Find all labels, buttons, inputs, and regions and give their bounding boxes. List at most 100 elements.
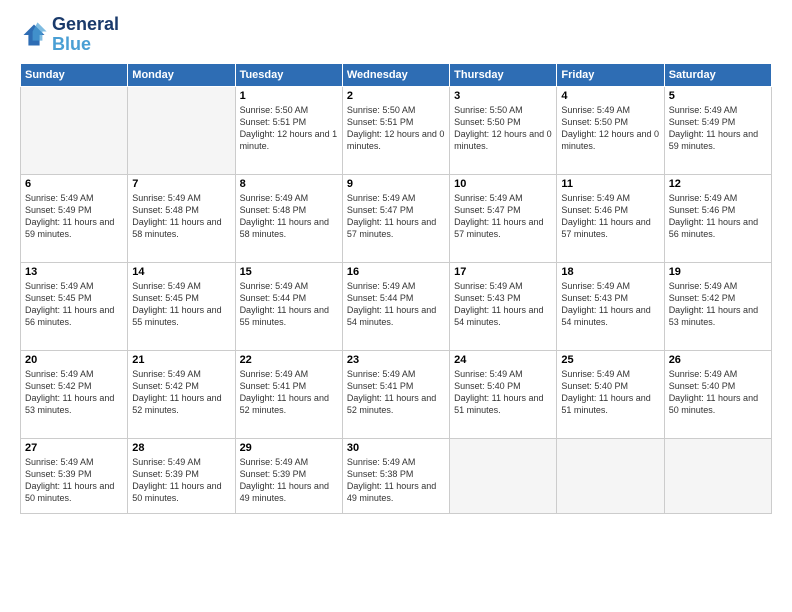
calendar-cell (128, 86, 235, 174)
day-number: 9 (347, 178, 445, 190)
day-number: 25 (561, 354, 659, 366)
week-row-4: 27 Sunrise: 5:49 AM Sunset: 5:39 PM Dayli… (21, 438, 772, 513)
calendar-cell: 15 Sunrise: 5:49 AM Sunset: 5:44 PM Dayli… (235, 262, 342, 350)
calendar-cell: 8 Sunrise: 5:49 AM Sunset: 5:48 PM Daylig… (235, 174, 342, 262)
calendar-cell: 10Sunrise: 5:49 AM Sunset: 5:47 PM Dayli… (450, 174, 557, 262)
day-number: 12 (669, 178, 767, 190)
day-number: 11 (561, 178, 659, 190)
cell-content: Sunrise: 5:49 AM Sunset: 5:40 PM Dayligh… (454, 368, 552, 417)
week-row-0: 1 Sunrise: 5:50 AM Sunset: 5:51 PM Daylig… (21, 86, 772, 174)
calendar-cell: 30 Sunrise: 5:49 AM Sunset: 5:38 PM Dayli… (342, 438, 449, 513)
calendar-cell: 6Sunrise: 5:49 AM Sunset: 5:49 PM Daylig… (21, 174, 128, 262)
day-number: 5 (669, 90, 767, 102)
logo-text: GeneralBlue (52, 15, 119, 55)
day-number: 18 (561, 266, 659, 278)
day-number: 22 (240, 354, 338, 366)
day-number: 8 (240, 178, 338, 190)
day-number: 2 (347, 90, 445, 102)
week-row-3: 20 Sunrise: 5:49 AM Sunset: 5:42 PM Dayli… (21, 350, 772, 438)
calendar: SundayMondayTuesdayWednesdayThursdayFrid… (20, 63, 772, 514)
cell-content: Sunrise: 5:49 AM Sunset: 5:39 PM Dayligh… (240, 456, 338, 505)
calendar-cell: 18 Sunrise: 5:49 AM Sunset: 5:43 PM Dayli… (557, 262, 664, 350)
cell-content: Sunrise: 5:49 AM Sunset: 5:49 PM Dayligh… (669, 104, 767, 153)
cell-content: Sunrise: 5:49 AM Sunset: 5:39 PM Dayligh… (132, 456, 230, 505)
cell-content: Sunrise: 5:49 AM Sunset: 5:43 PM Dayligh… (454, 280, 552, 329)
cell-content: Sunrise: 5:49 AM Sunset: 5:42 PM Dayligh… (25, 368, 123, 417)
calendar-cell: 16 Sunrise: 5:49 AM Sunset: 5:44 PM Dayli… (342, 262, 449, 350)
day-number: 1 (240, 90, 338, 102)
day-number: 30 (347, 442, 445, 454)
week-row-2: 13 Sunrise: 5:49 AM Sunset: 5:45 PM Dayli… (21, 262, 772, 350)
logo-icon (20, 21, 48, 49)
calendar-cell (450, 438, 557, 513)
weekday-header-wednesday: Wednesday (342, 63, 449, 86)
cell-content: Sunrise: 5:49 AM Sunset: 5:40 PM Dayligh… (561, 368, 659, 417)
calendar-cell: 7 Sunrise: 5:49 AM Sunset: 5:48 PM Daylig… (128, 174, 235, 262)
calendar-cell (21, 86, 128, 174)
calendar-cell: 28Sunrise: 5:49 AM Sunset: 5:39 PM Dayli… (128, 438, 235, 513)
calendar-cell: 14 Sunrise: 5:49 AM Sunset: 5:45 PM Dayli… (128, 262, 235, 350)
calendar-cell: 26Sunrise: 5:49 AM Sunset: 5:40 PM Dayli… (664, 350, 771, 438)
cell-content: Sunrise: 5:49 AM Sunset: 5:41 PM Dayligh… (240, 368, 338, 417)
cell-content: Sunrise: 5:49 AM Sunset: 5:46 PM Dayligh… (561, 192, 659, 241)
weekday-header-saturday: Saturday (664, 63, 771, 86)
calendar-cell: 21 Sunrise: 5:49 AM Sunset: 5:42 PM Dayli… (128, 350, 235, 438)
day-number: 10 (454, 178, 552, 190)
cell-content: Sunrise: 5:50 AM Sunset: 5:51 PM Dayligh… (347, 104, 445, 153)
week-row-1: 6Sunrise: 5:49 AM Sunset: 5:49 PM Daylig… (21, 174, 772, 262)
cell-content: Sunrise: 5:49 AM Sunset: 5:42 PM Dayligh… (132, 368, 230, 417)
cell-content: Sunrise: 5:49 AM Sunset: 5:45 PM Dayligh… (132, 280, 230, 329)
day-number: 29 (240, 442, 338, 454)
calendar-cell: 5 Sunrise: 5:49 AM Sunset: 5:49 PM Daylig… (664, 86, 771, 174)
weekday-header-sunday: Sunday (21, 63, 128, 86)
cell-content: Sunrise: 5:49 AM Sunset: 5:47 PM Dayligh… (347, 192, 445, 241)
day-number: 20 (25, 354, 123, 366)
calendar-cell: 3 Sunrise: 5:50 AM Sunset: 5:50 PM Daylig… (450, 86, 557, 174)
cell-content: Sunrise: 5:49 AM Sunset: 5:45 PM Dayligh… (25, 280, 123, 329)
cell-content: Sunrise: 5:49 AM Sunset: 5:44 PM Dayligh… (347, 280, 445, 329)
calendar-cell: 11 Sunrise: 5:49 AM Sunset: 5:46 PM Dayli… (557, 174, 664, 262)
cell-content: Sunrise: 5:49 AM Sunset: 5:48 PM Dayligh… (240, 192, 338, 241)
day-number: 13 (25, 266, 123, 278)
calendar-cell: 2 Sunrise: 5:50 AM Sunset: 5:51 PM Daylig… (342, 86, 449, 174)
day-number: 15 (240, 266, 338, 278)
day-number: 26 (669, 354, 767, 366)
calendar-cell: 25 Sunrise: 5:49 AM Sunset: 5:40 PM Dayli… (557, 350, 664, 438)
cell-content: Sunrise: 5:49 AM Sunset: 5:42 PM Dayligh… (669, 280, 767, 329)
weekday-header-tuesday: Tuesday (235, 63, 342, 86)
day-number: 21 (132, 354, 230, 366)
cell-content: Sunrise: 5:49 AM Sunset: 5:43 PM Dayligh… (561, 280, 659, 329)
cell-content: Sunrise: 5:49 AM Sunset: 5:38 PM Dayligh… (347, 456, 445, 505)
cell-content: Sunrise: 5:49 AM Sunset: 5:50 PM Dayligh… (561, 104, 659, 153)
calendar-cell (557, 438, 664, 513)
day-number: 19 (669, 266, 767, 278)
day-number: 16 (347, 266, 445, 278)
weekday-header-friday: Friday (557, 63, 664, 86)
day-number: 7 (132, 178, 230, 190)
day-number: 3 (454, 90, 552, 102)
calendar-cell: 24 Sunrise: 5:49 AM Sunset: 5:40 PM Dayli… (450, 350, 557, 438)
calendar-cell: 1 Sunrise: 5:50 AM Sunset: 5:51 PM Daylig… (235, 86, 342, 174)
weekday-header-monday: Monday (128, 63, 235, 86)
day-number: 27 (25, 442, 123, 454)
calendar-cell: 13 Sunrise: 5:49 AM Sunset: 5:45 PM Dayli… (21, 262, 128, 350)
cell-content: Sunrise: 5:50 AM Sunset: 5:50 PM Dayligh… (454, 104, 552, 153)
calendar-cell: 4Sunrise: 5:49 AM Sunset: 5:50 PM Daylig… (557, 86, 664, 174)
cell-content: Sunrise: 5:49 AM Sunset: 5:39 PM Dayligh… (25, 456, 123, 505)
cell-content: Sunrise: 5:49 AM Sunset: 5:44 PM Dayligh… (240, 280, 338, 329)
cell-content: Sunrise: 5:49 AM Sunset: 5:46 PM Dayligh… (669, 192, 767, 241)
weekday-header-row: SundayMondayTuesdayWednesdayThursdayFrid… (21, 63, 772, 86)
calendar-cell: 23Sunrise: 5:49 AM Sunset: 5:41 PM Dayli… (342, 350, 449, 438)
calendar-cell: 20 Sunrise: 5:49 AM Sunset: 5:42 PM Dayli… (21, 350, 128, 438)
cell-content: Sunrise: 5:49 AM Sunset: 5:48 PM Dayligh… (132, 192, 230, 241)
day-number: 6 (25, 178, 123, 190)
calendar-cell: 29 Sunrise: 5:49 AM Sunset: 5:39 PM Dayli… (235, 438, 342, 513)
calendar-cell: 19 Sunrise: 5:49 AM Sunset: 5:42 PM Dayli… (664, 262, 771, 350)
day-number: 17 (454, 266, 552, 278)
day-number: 14 (132, 266, 230, 278)
calendar-cell: 12 Sunrise: 5:49 AM Sunset: 5:46 PM Dayli… (664, 174, 771, 262)
header: GeneralBlue (20, 15, 772, 55)
day-number: 24 (454, 354, 552, 366)
weekday-header-thursday: Thursday (450, 63, 557, 86)
cell-content: Sunrise: 5:50 AM Sunset: 5:51 PM Dayligh… (240, 104, 338, 153)
